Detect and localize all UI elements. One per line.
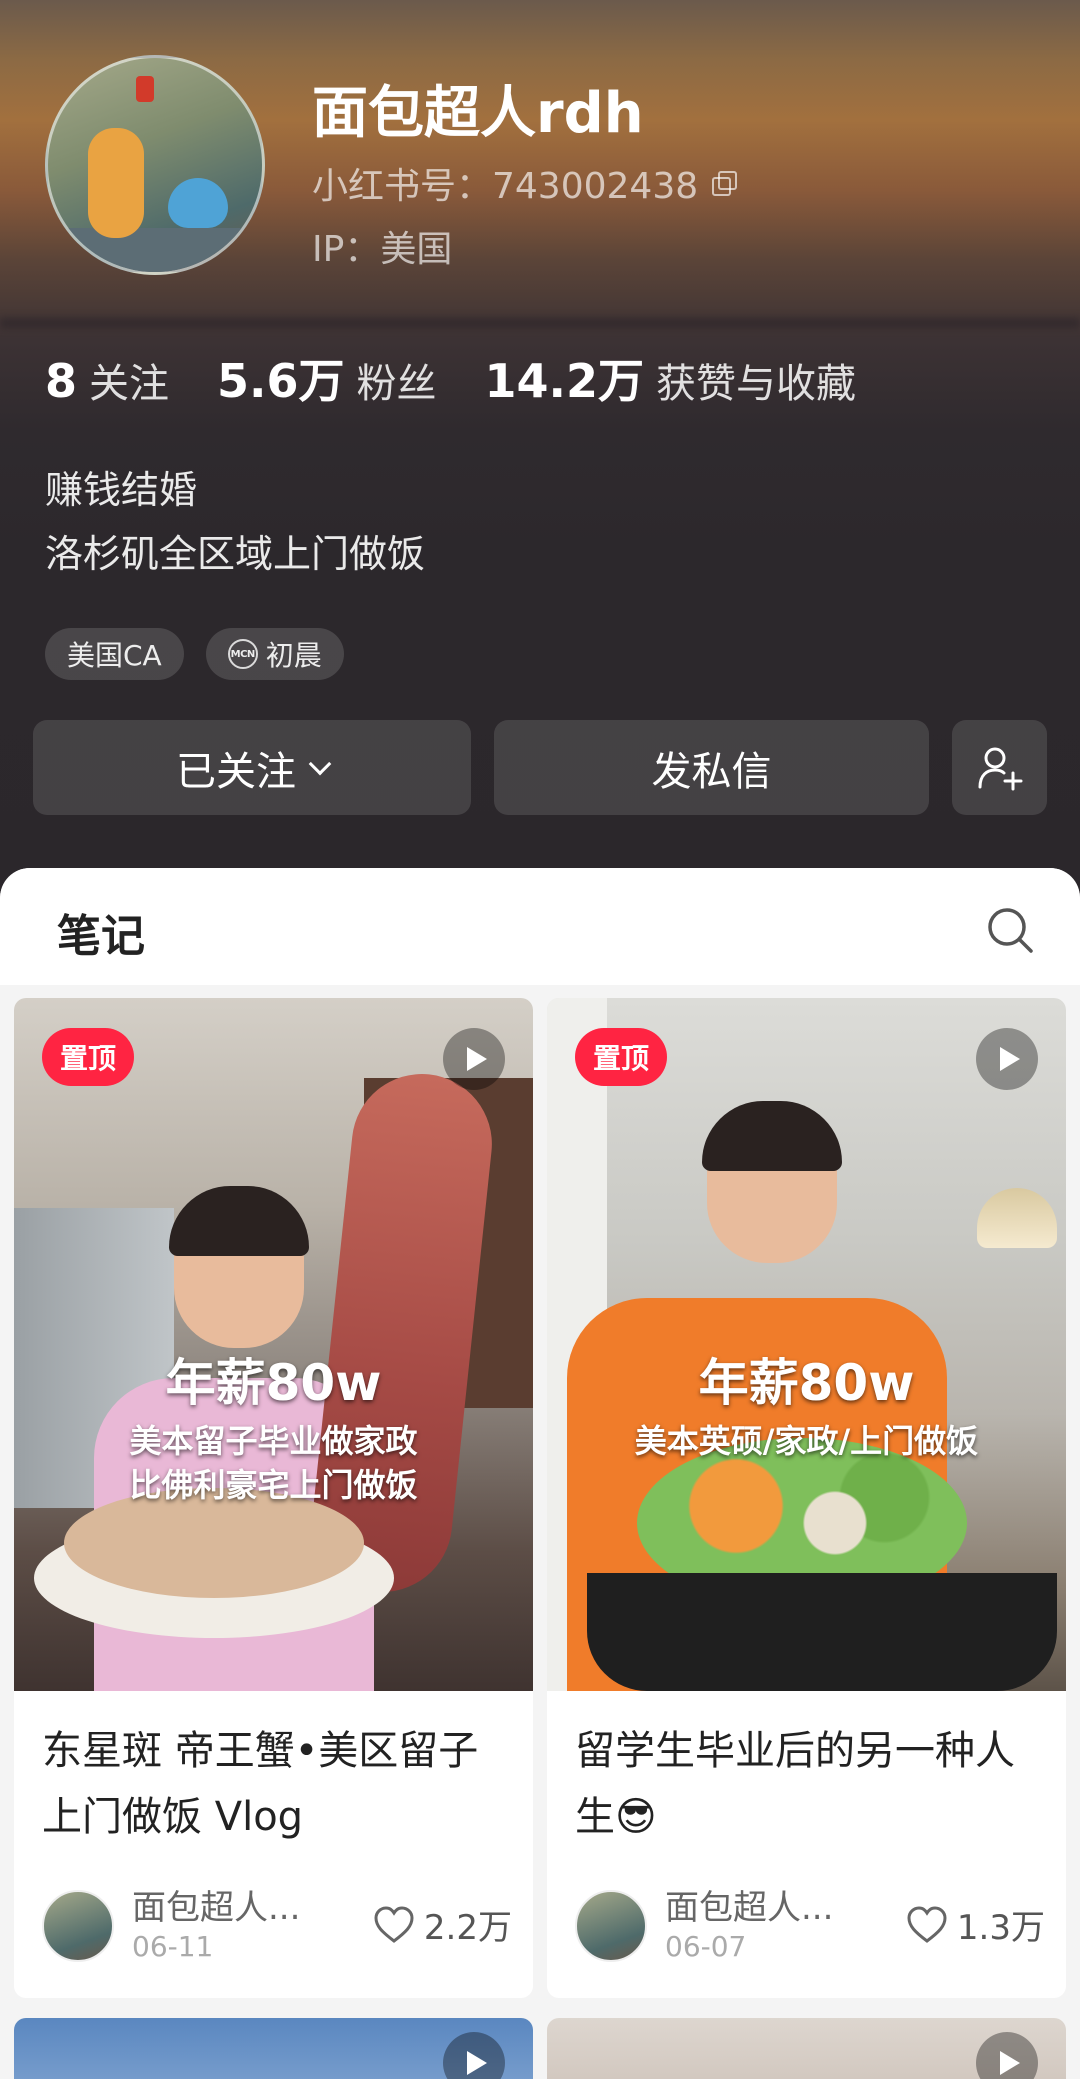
pinned-badge: 置顶 xyxy=(575,1028,668,1086)
stat-following[interactable]: 8 关注 xyxy=(45,351,169,409)
author-avatar[interactable] xyxy=(42,1890,114,1962)
chevron-down-icon xyxy=(308,752,332,775)
tag-mcn-label: 初晨 xyxy=(265,639,322,672)
pinned-badge: 置顶 xyxy=(42,1028,135,1086)
stat-following-label: 关注 xyxy=(89,361,170,407)
header-horizon xyxy=(0,318,1080,328)
like-button[interactable]: 1.3万 xyxy=(905,1900,1045,1949)
play-icon xyxy=(976,2032,1038,2079)
add-user-icon xyxy=(978,747,1022,790)
profile-ip: IP：美国 xyxy=(312,229,453,270)
followed-button[interactable]: 已关注 xyxy=(33,720,471,815)
stat-followers-count: 5.6万 xyxy=(217,354,345,408)
like-count: 2.2万 xyxy=(423,1908,512,1948)
profile-bio: 赚钱结婚 洛杉矶全区域上门做饭 xyxy=(45,458,425,586)
lamp-shape xyxy=(977,1188,1057,1248)
note-title: 留学生毕业后的另一种人生😎 xyxy=(575,1728,1015,1840)
notes-grid: 置顶 年薪80w 美本留子毕业做家政 比佛利豪宅上门做饭 东星斑 帝王蟹•美区留… xyxy=(14,998,1066,1998)
person-hair xyxy=(702,1101,842,1171)
cover-line-1: 美本留子毕业做家政 xyxy=(129,1422,418,1460)
stat-followers[interactable]: 5.6万 粉丝 xyxy=(217,345,437,411)
send-message-label: 发私信 xyxy=(651,748,772,795)
tag-location[interactable]: 美国CA xyxy=(45,628,184,680)
add-user-button[interactable] xyxy=(952,720,1047,815)
stat-followers-label: 粉丝 xyxy=(356,361,437,407)
bio-line-1: 赚钱结婚 xyxy=(45,468,198,512)
person-hair xyxy=(169,1186,309,1256)
red-id-text: 小红书号：743002438 xyxy=(312,166,699,207)
profile-username: 面包超人rdh xyxy=(312,81,644,146)
profile-red-id: 小红书号：743002438 xyxy=(312,157,738,209)
play-icon xyxy=(443,2032,505,2079)
play-icon xyxy=(443,1028,505,1090)
note-card-next[interactable] xyxy=(547,2018,1066,2079)
profile-tags: 美国CA MCN 初晨 xyxy=(45,628,344,680)
note-card[interactable]: 置顶 年薪80w 美本英硕/家政/上门做饭 留学生毕业后的另一种人生😎 面包超人… xyxy=(547,998,1066,1998)
followed-button-label: 已关注 xyxy=(176,748,296,795)
like-count: 1.3万 xyxy=(956,1908,1045,1948)
note-card-next[interactable] xyxy=(14,2018,533,2079)
mcn-icon: MCN xyxy=(227,639,258,669)
profile-actions: 已关注 发私信 xyxy=(33,720,1047,815)
stat-likes-label: 获赞与收藏 xyxy=(656,361,857,407)
copy-icon[interactable] xyxy=(712,171,738,196)
note-footer: 面包超人... 06-07 1.3万 xyxy=(575,1880,1045,1970)
note-cover[interactable]: 置顶 年薪80w 美本留子毕业做家政 比佛利豪宅上门做饭 xyxy=(14,998,533,1691)
tag-location-label: 美国CA xyxy=(67,639,162,672)
tab-notes[interactable]: 笔记 xyxy=(57,900,145,964)
cover-title-big: 年薪80w xyxy=(165,1354,382,1412)
profile-header: 面包超人rdh 小红书号：743002438 IP：美国 8 关注 5.6万 粉… xyxy=(0,0,1080,900)
note-card[interactable]: 置顶 年薪80w 美本留子毕业做家政 比佛利豪宅上门做饭 东星斑 帝王蟹•美区留… xyxy=(14,998,533,1998)
author-name[interactable]: 面包超人... xyxy=(132,1880,300,1929)
notes-tabbar: 笔记 xyxy=(0,868,1080,985)
stat-likes-count: 14.2万 xyxy=(484,354,645,408)
note-date: 06-07 xyxy=(665,1930,747,1963)
cover-line-1: 美本英硕/家政/上门做饭 xyxy=(634,1422,979,1460)
profile-avatar[interactable] xyxy=(45,55,265,275)
stat-likes-collects[interactable]: 14.2万 获赞与收藏 xyxy=(485,345,857,411)
search-icon[interactable] xyxy=(985,905,1035,955)
stat-following-count: 8 xyxy=(45,354,78,408)
author-name[interactable]: 面包超人... xyxy=(665,1880,833,1929)
heart-icon xyxy=(374,1905,414,1943)
like-button[interactable]: 2.2万 xyxy=(372,1900,512,1949)
cover-title-big: 年薪80w xyxy=(698,1354,915,1412)
note-cover[interactable]: 置顶 年薪80w 美本英硕/家政/上门做饭 xyxy=(547,998,1066,1691)
cover-line-2: 比佛利豪宅上门做饭 xyxy=(129,1466,418,1504)
play-icon xyxy=(976,1028,1038,1090)
note-date: 06-11 xyxy=(132,1930,214,1963)
notes-sheet: 笔记 置顶 年薪80w 美本留子毕业做家政 比佛利豪宅上门做饭 东星斑 帝王蟹•… xyxy=(0,868,1080,2079)
tag-mcn[interactable]: MCN 初晨 xyxy=(205,628,344,680)
note-title: 东星斑 帝王蟹•美区留子上门做饭 Vlog xyxy=(42,1728,479,1840)
heart-icon xyxy=(907,1905,947,1943)
profile-stats: 8 关注 5.6万 粉丝 14.2万 获赞与收藏 xyxy=(45,345,904,411)
wok-shape xyxy=(587,1573,1057,1691)
author-avatar[interactable] xyxy=(575,1890,647,1962)
note-footer: 面包超人... 06-11 2.2万 xyxy=(42,1880,512,1970)
bio-line-2: 洛杉矶全区域上门做饭 xyxy=(45,532,426,576)
send-message-button[interactable]: 发私信 xyxy=(494,720,929,815)
